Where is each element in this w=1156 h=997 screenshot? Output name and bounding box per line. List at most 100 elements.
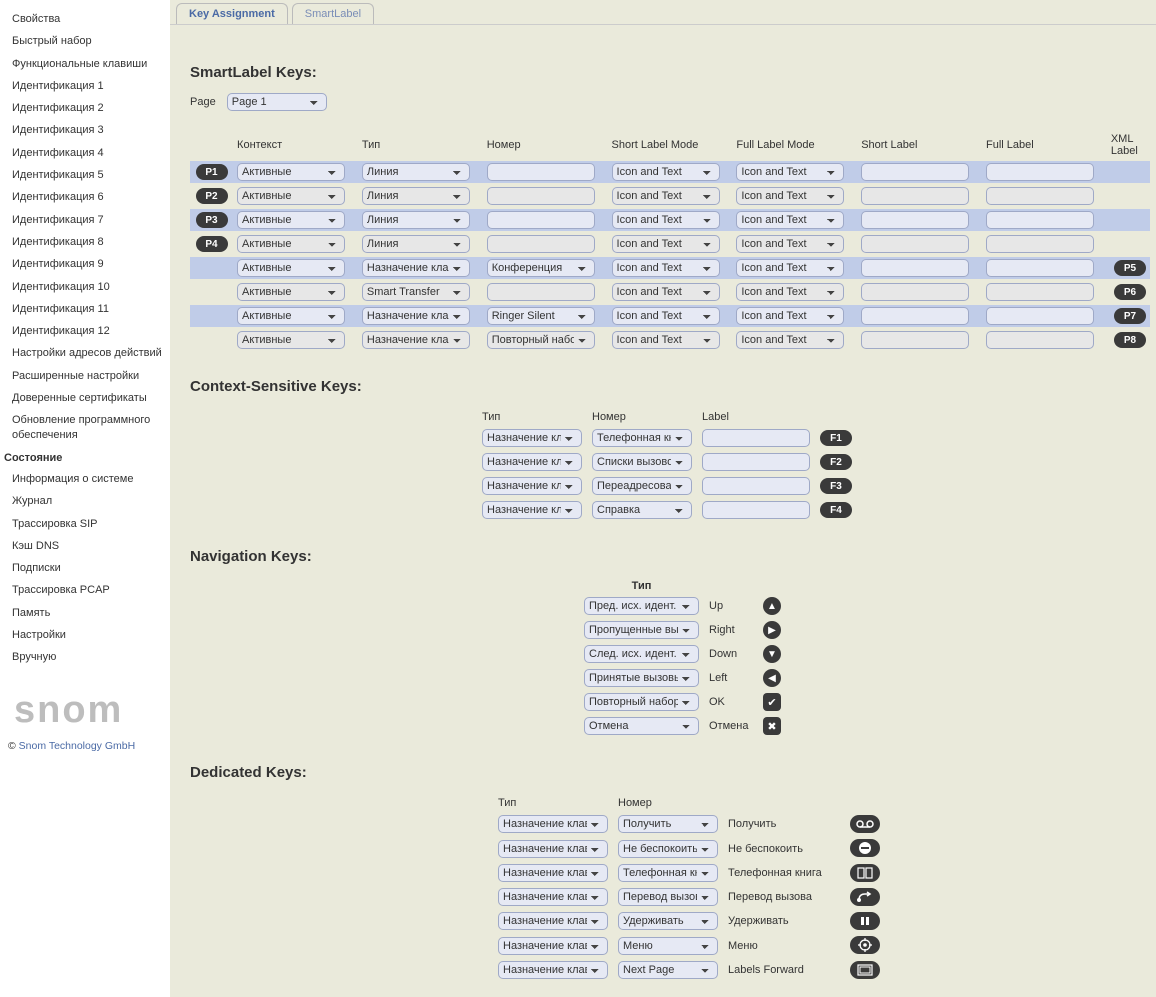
page-select[interactable]: Page 1	[227, 93, 327, 111]
full-label-input[interactable]	[986, 235, 1094, 253]
sidebar-item[interactable]: Кэш DNS	[4, 535, 170, 557]
type-select[interactable]: Линия	[362, 235, 470, 253]
sidebar-item[interactable]: Память	[4, 602, 170, 624]
number-select[interactable]: Меню	[618, 937, 718, 955]
full-label-input[interactable]	[986, 331, 1094, 349]
short-label-input[interactable]	[861, 283, 969, 301]
flm-select[interactable]: Icon and Text	[736, 307, 844, 325]
sidebar-item[interactable]: Идентификация 1	[4, 75, 170, 97]
slm-select[interactable]: Icon and Text	[612, 235, 720, 253]
context-select[interactable]: Активные	[237, 211, 345, 229]
slm-select[interactable]: Icon and Text	[612, 331, 720, 349]
type-select[interactable]: Повторный набор номера	[584, 693, 699, 711]
flm-select[interactable]: Icon and Text	[736, 259, 844, 277]
slm-select[interactable]: Icon and Text	[612, 259, 720, 277]
slm-select[interactable]: Icon and Text	[612, 187, 720, 205]
flm-select[interactable]: Icon and Text	[736, 283, 844, 301]
full-label-input[interactable]	[986, 283, 1094, 301]
number-select[interactable]: Next Page	[618, 961, 718, 979]
short-label-input[interactable]	[861, 307, 969, 325]
tab-smartlabel[interactable]: SmartLabel	[292, 3, 374, 24]
context-select[interactable]: Активные	[237, 259, 345, 277]
sidebar-item[interactable]: Информация о системе	[4, 468, 170, 490]
type-select[interactable]: Smart Transfer	[362, 283, 470, 301]
flm-select[interactable]: Icon and Text	[736, 163, 844, 181]
type-select[interactable]: Линия	[362, 187, 470, 205]
tab-key-assignment[interactable]: Key Assignment	[176, 3, 288, 24]
number-input[interactable]	[487, 187, 595, 205]
sidebar-item[interactable]: Идентификация 7	[4, 209, 170, 231]
flm-select[interactable]: Icon and Text	[736, 187, 844, 205]
sidebar-item[interactable]: Идентификация 8	[4, 231, 170, 253]
context-select[interactable]: Активные	[237, 283, 345, 301]
type-select[interactable]: Назначение клавиши	[498, 888, 608, 906]
type-select[interactable]: Назначение клавиши	[362, 259, 470, 277]
type-select[interactable]: Назначение клавиши	[362, 331, 470, 349]
number-select[interactable]: Конференция	[487, 259, 595, 277]
flm-select[interactable]: Icon and Text	[736, 331, 844, 349]
type-select[interactable]: Отмена	[584, 717, 699, 735]
sidebar-item[interactable]: Вручную	[4, 646, 170, 668]
context-select[interactable]: Активные	[237, 163, 345, 181]
short-label-input[interactable]	[861, 235, 969, 253]
slm-select[interactable]: Icon and Text	[612, 211, 720, 229]
sidebar-item[interactable]: Подписки	[4, 557, 170, 579]
flm-select[interactable]: Icon and Text	[736, 211, 844, 229]
slm-select[interactable]: Icon and Text	[612, 163, 720, 181]
sidebar-item[interactable]: Настройки адресов действий	[4, 342, 170, 364]
type-select[interactable]: Принятые вызовы	[584, 669, 699, 687]
sidebar-item[interactable]: Идентификация 9	[4, 253, 170, 275]
number-select[interactable]: Списки вызовов	[592, 453, 692, 471]
sidebar-item[interactable]: Идентификация 5	[4, 164, 170, 186]
type-select[interactable]: Назначение клавиши	[498, 937, 608, 955]
slm-select[interactable]: Icon and Text	[612, 307, 720, 325]
type-select[interactable]: Назначение клавиши	[482, 429, 582, 447]
full-label-input[interactable]	[986, 307, 1094, 325]
sidebar-item[interactable]: Журнал	[4, 490, 170, 512]
context-select[interactable]: Активные	[237, 235, 345, 253]
number-select[interactable]: Ringer Silent	[487, 307, 595, 325]
sidebar-item[interactable]: Функциональные клавиши	[4, 53, 170, 75]
sidebar-item[interactable]: Трассировка SIP	[4, 513, 170, 535]
short-label-input[interactable]	[861, 259, 969, 277]
sidebar-item[interactable]: Идентификация 3	[4, 119, 170, 141]
type-select[interactable]: Назначение клавиши	[498, 840, 608, 858]
label-input[interactable]	[702, 501, 810, 519]
short-label-input[interactable]	[861, 211, 969, 229]
context-select[interactable]: Активные	[237, 331, 345, 349]
short-label-input[interactable]	[861, 187, 969, 205]
sidebar-item[interactable]: Трассировка PCAP	[4, 579, 170, 601]
slm-select[interactable]: Icon and Text	[612, 283, 720, 301]
sidebar-item[interactable]: Настройки	[4, 624, 170, 646]
number-select[interactable]: Не беспокоить	[618, 840, 718, 858]
type-select[interactable]: Назначение клавиши	[498, 912, 608, 930]
copyright-link[interactable]: Snom Technology GmbH	[19, 740, 136, 752]
type-select[interactable]: Линия	[362, 211, 470, 229]
type-select[interactable]: Назначение клавиши	[498, 864, 608, 882]
type-select[interactable]: Назначение клавиши	[482, 501, 582, 519]
type-select[interactable]: Назначение клавиши	[362, 307, 470, 325]
number-select[interactable]: Переадресовать	[592, 477, 692, 495]
type-select[interactable]: Назначение клавиши	[498, 815, 608, 833]
sidebar-item[interactable]: Свойства	[4, 8, 170, 30]
number-select[interactable]: Повторный набор номера	[487, 331, 595, 349]
type-select[interactable]: Назначение клавиши	[482, 477, 582, 495]
short-label-input[interactable]	[861, 331, 969, 349]
type-select[interactable]: Пред. исх. идент.	[584, 597, 699, 615]
number-select[interactable]: Получить	[618, 815, 718, 833]
number-select[interactable]: Перевод вызова	[618, 888, 718, 906]
type-select[interactable]: Пропущенные вызовы	[584, 621, 699, 639]
type-select[interactable]: След. исх. идент.	[584, 645, 699, 663]
number-input[interactable]	[487, 211, 595, 229]
sidebar-item[interactable]: Расширенные настройки	[4, 365, 170, 387]
label-input[interactable]	[702, 429, 810, 447]
full-label-input[interactable]	[986, 163, 1094, 181]
number-select[interactable]: Справка	[592, 501, 692, 519]
sidebar-item[interactable]: Доверенные сертификаты	[4, 387, 170, 409]
sidebar-item[interactable]: Идентификация 6	[4, 186, 170, 208]
label-input[interactable]	[702, 453, 810, 471]
context-select[interactable]: Активные	[237, 307, 345, 325]
sidebar-item[interactable]: Обновление программного обеспечения	[4, 409, 170, 446]
sidebar-item[interactable]: Быстрый набор	[4, 30, 170, 52]
sidebar-item[interactable]: Идентификация 10	[4, 276, 170, 298]
